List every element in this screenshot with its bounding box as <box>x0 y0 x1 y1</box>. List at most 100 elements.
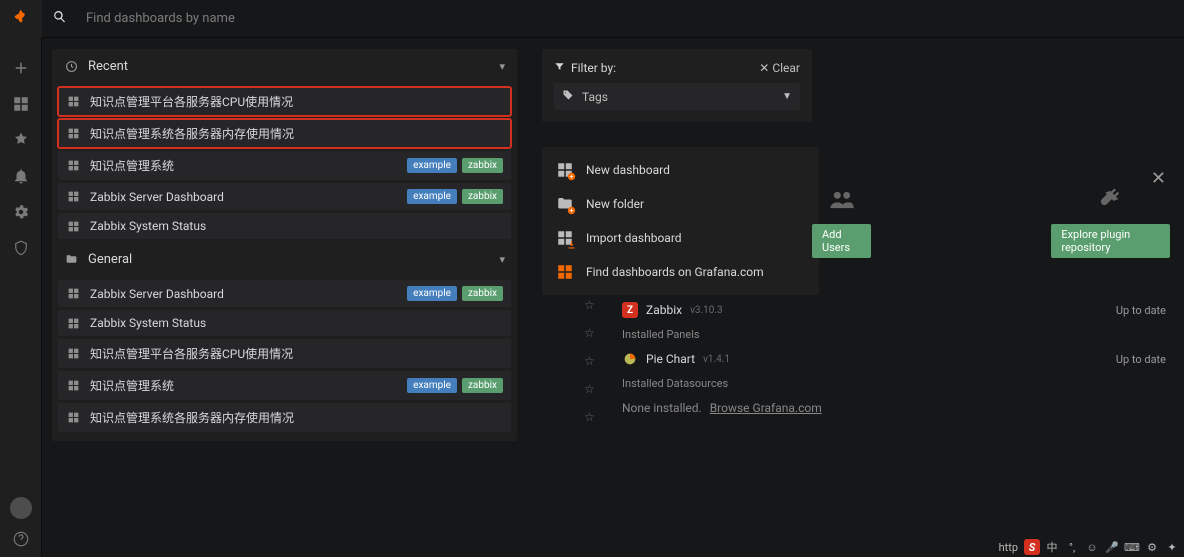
grafana-tiles-icon <box>556 263 574 281</box>
dashboard-icon <box>66 127 80 141</box>
browse-grafana-link[interactable]: Browse Grafana.com <box>710 401 822 415</box>
search-input[interactable] <box>86 11 486 26</box>
tag-zabbix[interactable]: zabbix <box>462 378 503 393</box>
star-column: ☆ ☆ ☆ ☆ ☆ <box>584 298 595 424</box>
ime-sogou-icon[interactable]: S <box>1024 539 1040 555</box>
alerting-icon[interactable] <box>11 166 31 186</box>
star-icon[interactable]: ☆ <box>584 354 595 368</box>
dashboard-title: Zabbix Server Dashboard <box>90 287 224 301</box>
tags-select[interactable]: Tags ▼ <box>554 83 800 110</box>
tag-zabbix[interactable]: zabbix <box>462 286 503 301</box>
new-dashboard[interactable]: New dashboard <box>542 153 819 187</box>
star-icon[interactable]: ☆ <box>584 382 595 396</box>
create-menu: New dashboard New folder Import dashboar… <box>542 147 819 295</box>
close-icon: ✕ <box>759 61 769 75</box>
dashboard-title: 知识点管理系统各服务器内存使用情况 <box>90 125 294 142</box>
dashboard-item[interactable]: 知识点管理系统各服务器内存使用情况 <box>58 119 511 148</box>
configuration-icon[interactable] <box>11 202 31 222</box>
section-general[interactable]: General ▾ <box>52 242 517 277</box>
dashboard-add-icon <box>556 161 574 179</box>
dashboard-icon <box>66 219 80 233</box>
dashboard-item[interactable]: Zabbix System Status <box>58 310 511 336</box>
dashboard-title: 知识点管理平台各服务器CPU使用情况 <box>90 345 293 362</box>
dashboard-item[interactable]: 知识点管理平台各服务器CPU使用情况 <box>58 87 511 116</box>
chevron-down-icon: ▼ <box>782 91 792 102</box>
star-icon[interactable]: ☆ <box>584 326 595 340</box>
ime-keyboard-icon[interactable]: ⌨ <box>1124 539 1140 555</box>
dashboard-title: Zabbix System Status <box>90 316 206 330</box>
filter-icon <box>554 61 565 75</box>
dashboard-icon <box>66 95 80 109</box>
folder-icon <box>64 253 78 267</box>
tag-example[interactable]: example <box>407 378 457 393</box>
help-icon[interactable] <box>11 529 31 549</box>
tag-example[interactable]: example <box>407 158 457 173</box>
star-icon[interactable]: ☆ <box>584 298 595 312</box>
dashboard-item[interactable]: 知识点管理平台各服务器CPU使用情况 <box>58 339 511 368</box>
ime-emoji-icon[interactable]: ☺ <box>1084 539 1100 555</box>
tag-zabbix[interactable]: zabbix <box>462 189 503 204</box>
add-users-button[interactable]: Add Users <box>812 224 871 258</box>
tag-example[interactable]: example <box>407 286 457 301</box>
folder-add-icon <box>556 195 574 213</box>
tag-example[interactable]: example <box>407 189 457 204</box>
topbar <box>42 0 1184 38</box>
import-dashboard[interactable]: Import dashboard <box>542 221 819 255</box>
no-datasources-row: None installed. Browse Grafana.com <box>622 396 1166 420</box>
status-url: http <box>999 541 1018 554</box>
ime-settings-icon[interactable]: ⚙ <box>1144 539 1160 555</box>
plus-icon[interactable] <box>11 58 31 78</box>
dashboard-icon <box>66 379 80 393</box>
clock-icon <box>64 60 78 74</box>
dashboard-title: 知识点管理平台各服务器CPU使用情况 <box>90 93 293 110</box>
dashboard-icon <box>66 190 80 204</box>
dashboard-item[interactable]: 知识点管理系统各服务器内存使用情况 <box>58 403 511 432</box>
dashboard-item[interactable]: 知识点管理系统examplezabbix <box>58 151 511 180</box>
clear-filter[interactable]: ✕ Clear <box>759 61 800 75</box>
chevron-down-icon: ▾ <box>499 60 505 73</box>
installed-datasources-header: Installed Datasources <box>622 377 1166 390</box>
users-icon <box>825 186 859 214</box>
tag-zabbix[interactable]: zabbix <box>462 158 503 173</box>
section-recent[interactable]: Recent ▾ <box>52 49 517 84</box>
dashboard-icon <box>66 347 80 361</box>
dashboard-icon <box>66 287 80 301</box>
dashboard-item[interactable]: 知识点管理系统 example zabbix <box>58 371 511 400</box>
explore-plugins-button[interactable]: Explore plugin repository <box>1051 224 1170 258</box>
plugin-row-piechart[interactable]: Pie Chart v1.4.1 Up to date <box>622 347 1166 371</box>
dashboard-item[interactable]: Zabbix Server Dashboard example zabbix <box>58 183 511 210</box>
new-folder[interactable]: New folder <box>542 187 819 221</box>
import-icon <box>556 229 574 247</box>
filter-panel: Filter by: ✕ Clear Tags ▼ <box>542 49 812 122</box>
ime-punct-icon[interactable]: °, <box>1064 539 1080 555</box>
installed-panels-header: Installed Panels <box>622 328 1166 341</box>
ime-tool-icon[interactable]: ✦ <box>1164 539 1180 555</box>
shield-icon[interactable] <box>11 238 31 258</box>
piechart-icon <box>622 351 638 367</box>
dashboard-title: 知识点管理系统各服务器内存使用情况 <box>90 409 294 426</box>
dashboards-icon[interactable] <box>11 94 31 114</box>
dashboard-item[interactable]: Zabbix System Status <box>58 213 511 239</box>
explore-icon[interactable] <box>11 130 31 150</box>
dashboard-icon <box>66 316 80 330</box>
plugin-row-zabbix[interactable]: Z Zabbix v3.10.3 Up to date <box>622 298 1166 322</box>
find-dashboards-grafana[interactable]: Find dashboards on Grafana.com <box>542 255 819 289</box>
tag-icon <box>562 89 574 104</box>
close-icon[interactable]: ✕ <box>1151 168 1166 189</box>
grafana-logo[interactable] <box>0 0 42 38</box>
dashboard-title: 知识点管理系统 <box>90 377 174 394</box>
dashboard-title: Zabbix Server Dashboard <box>90 190 224 204</box>
sidebar <box>0 0 42 557</box>
taskbar: http S 中 °, ☺ 🎤 ⌨ ⚙ ✦ <box>999 537 1180 557</box>
star-icon[interactable]: ☆ <box>584 410 595 424</box>
search-icon <box>52 9 68 29</box>
section-recent-label: Recent <box>88 59 128 74</box>
plugin-icon <box>1094 186 1128 214</box>
ime-mic-icon[interactable]: 🎤 <box>1104 539 1120 555</box>
section-general-label: General <box>88 252 132 267</box>
plugin-list: Z Zabbix v3.10.3 Up to date Installed Pa… <box>622 298 1166 424</box>
avatar[interactable] <box>10 497 32 519</box>
zabbix-badge-icon: Z <box>622 302 638 318</box>
dashboard-item[interactable]: Zabbix Server Dashboard example zabbix <box>58 280 511 307</box>
ime-lang-icon[interactable]: 中 <box>1044 539 1060 555</box>
